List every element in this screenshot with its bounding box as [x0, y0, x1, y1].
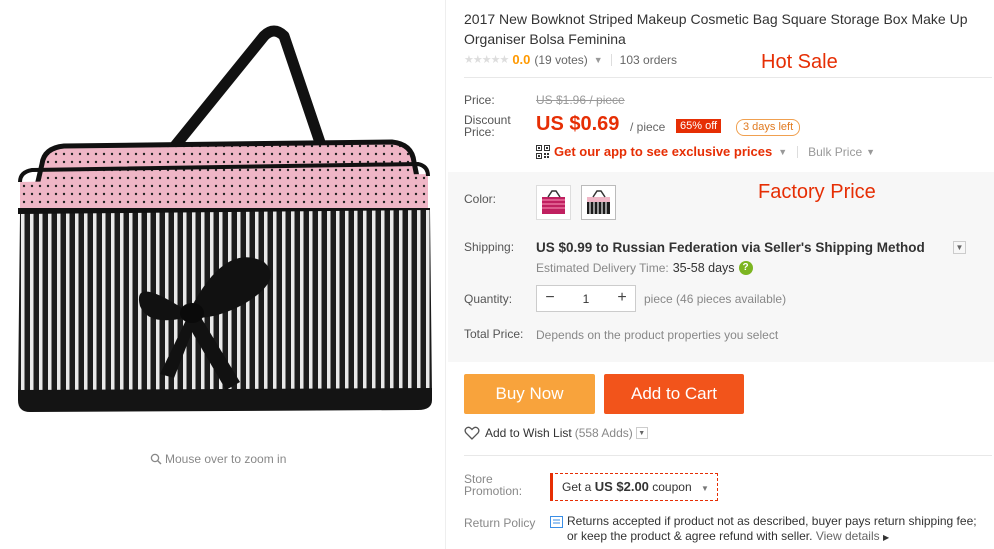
orders-count: 103 orders	[619, 52, 678, 67]
shipping-method[interactable]: US $0.99 to Russian Federation via Selle…	[536, 240, 925, 255]
total-price-text: Depends on the product properties you se…	[536, 328, 779, 342]
chevron-down-icon[interactable]: ▼	[953, 241, 966, 254]
return-policy-text: Returns accepted if product not as descr…	[567, 514, 987, 545]
return-policy-icon	[550, 516, 563, 528]
zoom-hint: Mouse over to zoom in	[150, 452, 286, 466]
chevron-right-icon[interactable]: ▶	[883, 533, 889, 542]
black-bag-thumbnail	[587, 190, 610, 214]
return-policy-label: Return Policy	[464, 516, 536, 530]
color-label: Color:	[464, 192, 497, 206]
wish-list-row[interactable]: Add to Wish List (558 Adds) ▼	[464, 426, 648, 440]
delivery-estimate: Estimated Delivery Time: 35-58 days ?	[536, 261, 753, 275]
buy-now-button[interactable]: Buy Now	[464, 374, 595, 414]
price-unit: / piece	[630, 120, 666, 134]
rating-value[interactable]: 0.0	[512, 52, 530, 67]
original-price: US $1.96 / piece	[536, 93, 625, 107]
chevron-down-icon[interactable]: ▼	[594, 55, 603, 65]
coupon-post: coupon	[652, 480, 692, 494]
zoom-hint-text: Mouse over to zoom in	[165, 452, 287, 466]
product-info: 2017 New Bowknot Striped Makeup Cosmetic…	[448, 0, 994, 549]
store-promotion-line2: Promotion:	[464, 484, 523, 498]
app-promo-row: Get our app to see exclusive prices ▼ Bu…	[536, 144, 875, 159]
decrease-button[interactable]: −	[537, 286, 563, 311]
eta-label: Estimated Delivery Time:	[536, 261, 669, 275]
hot-sale-overlay: Hot Sale	[761, 51, 838, 73]
quantity-stepper: − 1 +	[536, 285, 636, 312]
days-left-badge: 3 days left	[736, 119, 801, 136]
coupon-button[interactable]: Get a US $2.00 coupon ▼	[550, 473, 718, 501]
color-swatch-pink[interactable]	[536, 185, 571, 220]
discount-badge: 65% off	[676, 119, 722, 133]
eta-value: 35-58 days	[672, 261, 735, 275]
return-policy-body: Returns accepted if product not as descr…	[567, 514, 977, 543]
wish-count: (558 Adds)	[574, 426, 633, 440]
discount-price: US $0.69	[536, 113, 620, 135]
rating-row: ★★★★★ 0.0 (19 votes) ▼ 103 orders	[464, 52, 677, 67]
wish-list-link[interactable]: Add to Wish List	[485, 426, 572, 440]
app-promo-link[interactable]: Get our app to see exclusive prices	[554, 144, 772, 159]
price-label: Price:	[464, 93, 495, 107]
pink-bag-thumbnail	[542, 190, 565, 214]
coupon-amount: US $2.00	[594, 479, 649, 494]
add-to-cart-button[interactable]: Add to Cart	[604, 374, 744, 414]
divider	[464, 77, 992, 78]
help-icon[interactable]: ?	[738, 261, 753, 275]
bulk-price-link[interactable]: Bulk Price	[808, 145, 862, 159]
chevron-down-icon[interactable]: ▼	[778, 147, 787, 157]
product-image[interactable]	[12, 22, 440, 412]
heart-icon[interactable]	[464, 426, 480, 440]
discount-price-label: Discount Price:	[464, 114, 511, 138]
quantity-available: piece (46 pieces available)	[644, 292, 787, 306]
increase-button[interactable]: +	[609, 286, 635, 311]
shipping-label: Shipping:	[464, 240, 515, 254]
divider	[464, 455, 992, 456]
product-title: 2017 New Bowknot Striped Makeup Cosmetic…	[464, 11, 968, 47]
divider	[610, 53, 612, 66]
magnifier-icon	[150, 453, 162, 465]
chevron-down-icon[interactable]: ▼	[866, 147, 875, 157]
total-price-label: Total Price:	[464, 327, 524, 341]
quantity-label: Quantity:	[464, 292, 513, 306]
votes-count[interactable]: (19 votes)	[534, 53, 587, 67]
chevron-down-icon[interactable]: ▼	[635, 427, 648, 439]
quantity-input[interactable]: 1	[563, 292, 609, 306]
factory-price-overlay: Factory Price	[758, 181, 876, 203]
rating-stars-icon: ★★★★★	[464, 54, 509, 66]
coupon-pre: Get a	[562, 480, 592, 494]
product-gallery: Mouse over to zoom in	[0, 0, 446, 549]
color-swatch-black[interactable]	[581, 185, 616, 220]
store-promotion-label: Store Promotion:	[464, 473, 522, 497]
qr-code-icon	[536, 144, 550, 159]
chevron-down-icon: ▼	[700, 484, 709, 493]
view-details-link[interactable]: View details	[816, 529, 880, 543]
divider	[797, 145, 799, 158]
discount-label-line2: Price:	[464, 125, 495, 139]
